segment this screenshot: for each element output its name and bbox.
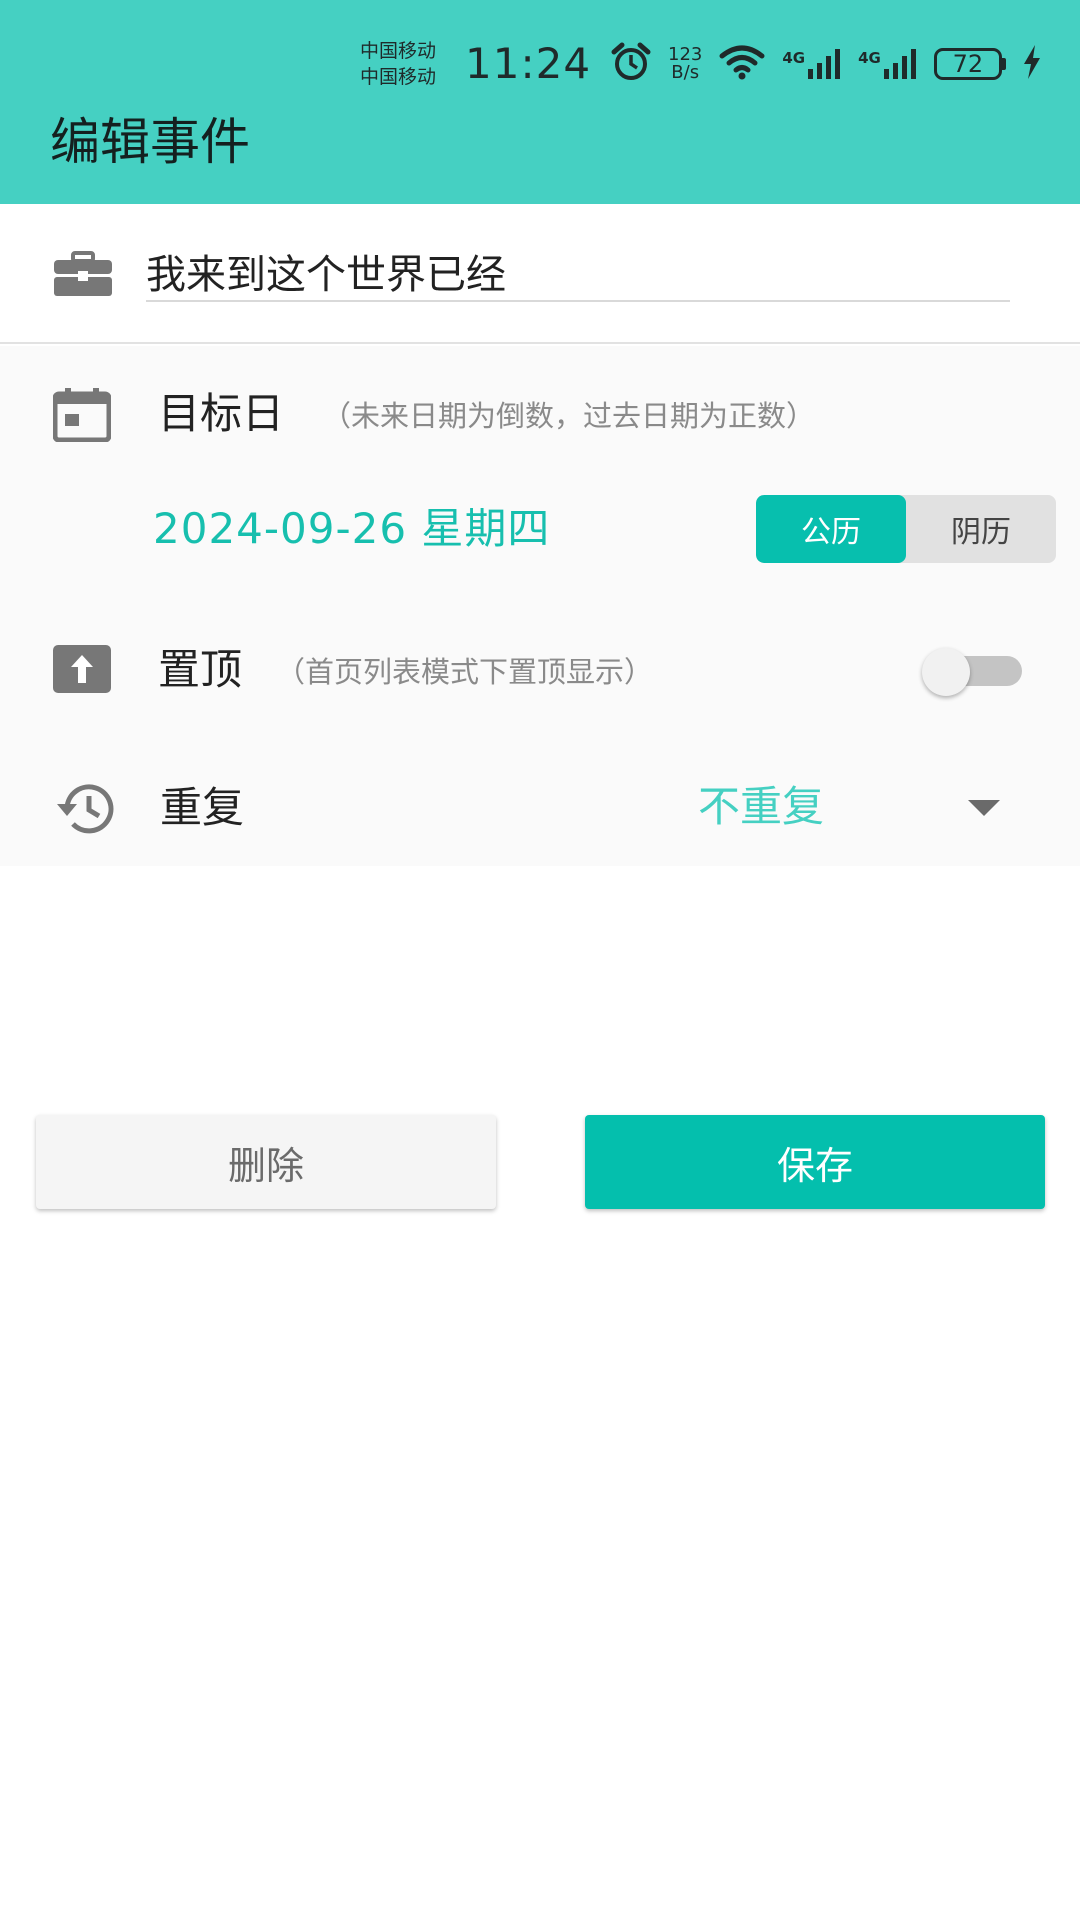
- carrier-1: 中国移动: [360, 40, 437, 62]
- signal-4g-icon: 4G: [858, 49, 918, 79]
- signal-4g-icon: 4G: [782, 49, 842, 79]
- repeat-label: 重复: [160, 783, 245, 832]
- solar-calendar-option[interactable]: 公历: [756, 495, 906, 563]
- calendar-type-toggle: 公历 阴历: [756, 495, 1056, 563]
- app-header: 中国移动 中国移动 11:24 123 B/s 4G 4G 72 编辑事件: [0, 0, 1080, 204]
- event-title-input[interactable]: [146, 242, 1010, 302]
- net-speed-unit: B/s: [671, 62, 700, 83]
- battery-level: 72: [933, 48, 1002, 80]
- status-icons: 123 B/s 4G 4G 72: [610, 42, 1042, 86]
- pin-top-icon: [52, 644, 112, 694]
- target-date-hint: （未来日期为倒数，过去日期为正数）: [322, 399, 816, 433]
- pin-top-label: 置顶: [158, 645, 243, 694]
- calendar-icon: [52, 388, 112, 442]
- history-icon: [52, 780, 118, 836]
- battery-icon: 72: [933, 48, 1006, 80]
- switch-thumb: [922, 648, 970, 696]
- target-date-value[interactable]: 2024-09-26 星期四: [153, 502, 550, 556]
- event-title-row: [0, 204, 1080, 344]
- carrier-labels: 中国移动 中国移动: [360, 38, 436, 90]
- status-bar: 中国移动 中国移动 11:24 123 B/s 4G 4G 72: [0, 0, 1080, 120]
- target-date-label: 目标日: [158, 389, 285, 438]
- signal-label-2: 4G: [858, 49, 881, 67]
- status-time: 11:24: [465, 39, 592, 88]
- chevron-down-icon[interactable]: [968, 800, 1000, 818]
- carrier-2: 中国移动: [360, 66, 437, 88]
- pin-top-hint: （首页列表模式下置顶显示）: [276, 655, 654, 689]
- charging-icon: [1022, 45, 1042, 83]
- save-button[interactable]: 保存: [585, 1115, 1045, 1209]
- repeat-dropdown[interactable]: 不重复: [698, 780, 824, 834]
- page-title: 编辑事件: [50, 113, 250, 171]
- briefcase-icon: [52, 250, 114, 298]
- pin-top-switch[interactable]: [922, 648, 1024, 696]
- delete-button[interactable]: 删除: [36, 1115, 496, 1209]
- signal-label-1: 4G: [782, 49, 806, 67]
- alarm-icon: [610, 42, 652, 86]
- lunar-calendar-option[interactable]: 阴历: [906, 495, 1056, 563]
- wifi-icon: [718, 44, 766, 84]
- net-speed: 123 B/s: [668, 46, 702, 82]
